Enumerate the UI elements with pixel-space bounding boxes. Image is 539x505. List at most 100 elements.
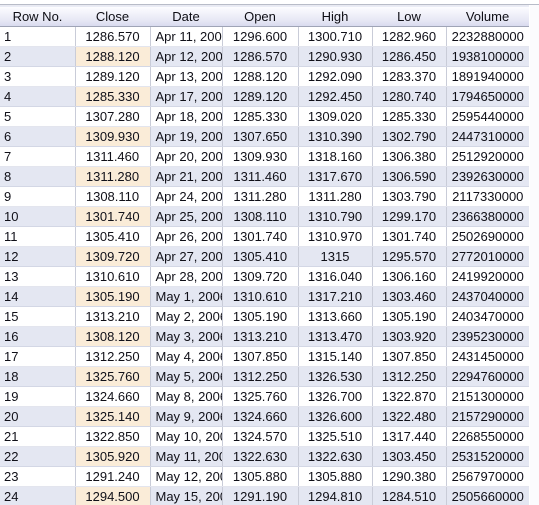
- cell-volume[interactable]: 2531520000: [446, 446, 529, 467]
- cell-date[interactable]: May 11, 2006: [150, 446, 223, 467]
- table-row[interactable]: 101301.740Apr 25, 20061308.1101310.79012…: [0, 206, 529, 227]
- cell-date[interactable]: Apr 19, 2006: [150, 126, 223, 147]
- table-row[interactable]: 51307.280Apr 18, 20061285.3301309.020128…: [0, 106, 529, 127]
- table-row[interactable]: 1 1286.570 Apr 11, 2006 1296.600 1300.710 128…: [0, 26, 529, 47]
- column-header-open[interactable]: Open: [222, 5, 298, 27]
- cell-low[interactable]: 1303.790: [372, 186, 447, 207]
- cell-low[interactable]: 1303.920: [372, 326, 447, 347]
- cell-close[interactable]: 1325.760: [75, 366, 151, 387]
- cell-open[interactable]: 1313.210: [222, 326, 299, 347]
- cell-date[interactable]: May 2, 2006: [150, 306, 223, 327]
- cell-close[interactable]: 1312.250: [75, 346, 151, 367]
- cell-date[interactable]: May 4, 2006: [150, 346, 223, 367]
- cell-low[interactable]: 1312.250: [372, 366, 447, 387]
- cell-open[interactable]: 1311.460: [222, 166, 299, 187]
- cell-close[interactable]: 1325.140: [75, 406, 151, 427]
- cell-close[interactable]: 1305.190: [75, 286, 151, 307]
- cell-open[interactable]: 1310.610: [222, 286, 299, 307]
- table-row[interactable]: 41285.330Apr 17, 20061289.1201292.450128…: [0, 86, 529, 107]
- cell-volume[interactable]: 2502690000: [446, 226, 529, 247]
- cell-date[interactable]: May 15, 2006: [150, 486, 223, 505]
- cell-date[interactable]: Apr 21, 2006: [150, 166, 223, 187]
- cell-high[interactable]: 1317.210: [298, 286, 373, 307]
- cell-low[interactable]: 1306.590: [372, 166, 447, 187]
- cell-close[interactable]: 1309.720: [75, 246, 151, 267]
- table-row[interactable]: 19 1324.660 May 8, 2006 1325.760 1326.700 132…: [0, 386, 529, 407]
- cell-volume[interactable]: 1938100000: [446, 46, 529, 67]
- cell-row_no[interactable]: 24: [0, 486, 76, 505]
- cell-row_no[interactable]: 8: [0, 166, 76, 187]
- cell-date[interactable]: Apr 12, 2006: [150, 46, 223, 67]
- cell-low[interactable]: 1285.330: [372, 106, 447, 127]
- cell-row_no[interactable]: 20: [0, 406, 76, 427]
- cell-high[interactable]: 1310.390: [298, 126, 373, 147]
- cell-open[interactable]: 1307.850: [222, 346, 299, 367]
- cell-row_no[interactable]: 1: [0, 26, 76, 47]
- table-row[interactable]: 111305.410Apr 26, 20061301.7401310.97013…: [0, 226, 529, 247]
- cell-open[interactable]: 1285.330: [222, 106, 299, 127]
- cell-low[interactable]: 1303.450: [372, 446, 447, 467]
- table-row[interactable]: 18 1325.760 May 5, 2006 1312.250 1326.530 131…: [0, 366, 529, 387]
- cell-low[interactable]: 1306.380: [372, 146, 447, 167]
- cell-high[interactable]: 1317.670: [298, 166, 373, 187]
- table-row[interactable]: 241294.500May 15, 20061291.1901294.81012…: [0, 486, 529, 505]
- cell-close[interactable]: 1313.210: [75, 306, 151, 327]
- cell-close[interactable]: 1294.500: [75, 486, 151, 505]
- cell-close[interactable]: 1310.610: [75, 266, 151, 287]
- cell-close[interactable]: 1288.120: [75, 46, 151, 67]
- cell-date[interactable]: Apr 13, 2006: [150, 66, 223, 87]
- cell-open[interactable]: 1288.120: [222, 66, 299, 87]
- cell-volume[interactable]: 2512920000: [446, 146, 529, 167]
- cell-low[interactable]: 1322.480: [372, 406, 447, 427]
- cell-close[interactable]: 1309.930: [75, 126, 151, 147]
- cell-high[interactable]: 1326.600: [298, 406, 373, 427]
- cell-low[interactable]: 1306.160: [372, 266, 447, 287]
- cell-high[interactable]: 1305.880: [298, 466, 373, 487]
- cell-volume[interactable]: 2505660000: [446, 486, 529, 505]
- cell-close[interactable]: 1305.920: [75, 446, 151, 467]
- cell-date[interactable]: May 1, 2006: [150, 286, 223, 307]
- cell-open[interactable]: 1291.190: [222, 486, 299, 505]
- cell-low[interactable]: 1286.450: [372, 46, 447, 67]
- cell-close[interactable]: 1311.460: [75, 146, 151, 167]
- cell-volume[interactable]: 2268550000: [446, 426, 529, 447]
- table-row[interactable]: 14 1305.190 May 1, 2006 1310.610 1317.210 130…: [0, 286, 529, 307]
- cell-row_no[interactable]: 6: [0, 126, 76, 147]
- cell-close[interactable]: 1311.280: [75, 166, 151, 187]
- cell-volume[interactable]: 1891940000: [446, 66, 529, 87]
- cell-row_no[interactable]: 7: [0, 146, 76, 167]
- cell-high[interactable]: 1313.660: [298, 306, 373, 327]
- cell-low[interactable]: 1280.740: [372, 86, 447, 107]
- cell-low[interactable]: 1303.460: [372, 286, 447, 307]
- cell-date[interactable]: Apr 27, 2006: [150, 246, 223, 267]
- cell-volume[interactable]: 2157290000: [446, 406, 529, 427]
- cell-volume[interactable]: 2437040000: [446, 286, 529, 307]
- cell-close[interactable]: 1308.110: [75, 186, 151, 207]
- cell-high[interactable]: 1318.160: [298, 146, 373, 167]
- cell-low[interactable]: 1283.370: [372, 66, 447, 87]
- cell-date[interactable]: May 8, 2006: [150, 386, 223, 407]
- cell-close[interactable]: 1305.410: [75, 226, 151, 247]
- cell-row_no[interactable]: 4: [0, 86, 76, 107]
- cell-close[interactable]: 1307.280: [75, 106, 151, 127]
- table-row[interactable]: 21288.120Apr 12, 20061286.5701290.930128…: [0, 46, 529, 67]
- cell-close[interactable]: 1291.240: [75, 466, 151, 487]
- cell-volume[interactable]: 2595440000: [446, 106, 529, 127]
- cell-high[interactable]: 1313.470: [298, 326, 373, 347]
- table-row[interactable]: 81311.280Apr 21, 20061311.4601317.670130…: [0, 166, 529, 187]
- table-row[interactable]: 131310.610Apr 28, 20061309.7201316.04013…: [0, 266, 529, 287]
- cell-close[interactable]: 1324.660: [75, 386, 151, 407]
- cell-high[interactable]: 1300.710: [298, 26, 373, 47]
- cell-low[interactable]: 1305.190: [372, 306, 447, 327]
- data-grid-viewport[interactable]: Row No. Close Date Open High Low Volume …: [0, 0, 539, 505]
- cell-open[interactable]: 1309.720: [222, 266, 299, 287]
- cell-open[interactable]: 1307.650: [222, 126, 299, 147]
- cell-open[interactable]: 1305.190: [222, 306, 299, 327]
- cell-open[interactable]: 1324.570: [222, 426, 299, 447]
- cell-date[interactable]: Apr 24, 2006: [150, 186, 223, 207]
- cell-date[interactable]: Apr 18, 2006: [150, 106, 223, 127]
- cell-open[interactable]: 1305.410: [222, 246, 299, 267]
- cell-low[interactable]: 1282.960: [372, 26, 447, 47]
- cell-row_no[interactable]: 12: [0, 246, 76, 267]
- cell-volume[interactable]: 2151300000: [446, 386, 529, 407]
